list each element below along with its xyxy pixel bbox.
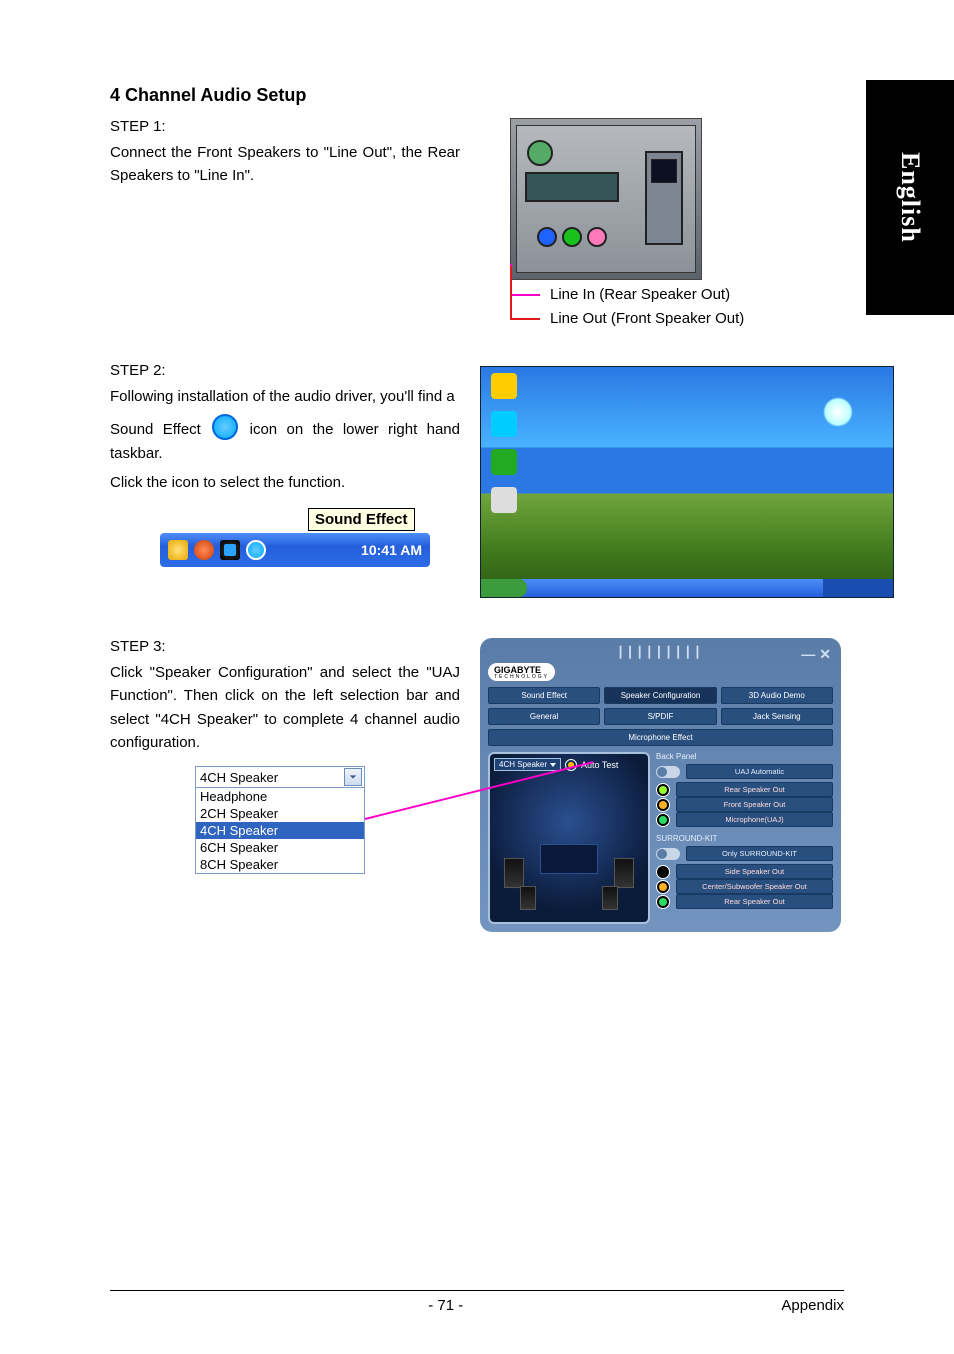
jack-row: Center/Subwoofer Speaker Out — [656, 879, 833, 894]
jack-label: Rear Speaker Out — [676, 782, 833, 797]
step2-text-a: Following installation of the audio driv… — [110, 388, 455, 405]
callout-leader-line-in-icon — [510, 294, 540, 296]
sound-effect-inline-icon — [212, 414, 238, 440]
step2-text-line3: Click the icon to select the function. — [110, 471, 460, 494]
taskbar-clock: 10:41 AM — [361, 542, 422, 558]
desktop-icon[interactable] — [487, 411, 521, 439]
jack-indicator-icon — [656, 895, 670, 909]
tray-icon-2[interactable] — [194, 540, 214, 560]
speaker-front-left-icon — [504, 858, 524, 888]
panel-tab[interactable]: General — [488, 708, 600, 725]
windows-taskbar[interactable]: 10:41 AM — [160, 533, 430, 567]
dropdown-current[interactable]: 4CH Speaker — [196, 767, 364, 788]
desktop-icon[interactable] — [487, 487, 521, 515]
page-footer: - 71 - Appendix — [110, 1290, 844, 1314]
panel-tab[interactable]: Sound Effect — [488, 687, 600, 704]
jack-row: Rear Speaker Out — [656, 894, 833, 909]
speaker-rear-left-icon — [520, 886, 536, 910]
surround-kit-toggle[interactable] — [656, 848, 680, 860]
panel-speaker-select[interactable]: 4CH Speaker — [494, 758, 561, 771]
desktop-taskbar[interactable] — [481, 579, 893, 597]
step2-text-line1: Following installation of the audio driv… — [110, 385, 460, 408]
jack-label: Microphone(UAJ) — [676, 812, 833, 827]
jack-label: Front Speaker Out — [676, 797, 833, 812]
step2-text-line2: Sound Effect icon on the lower right han… — [110, 414, 460, 465]
callout-line-in: Line In (Rear Speaker Out) — [550, 286, 730, 303]
dropdown-option[interactable]: 8CH Speaker — [196, 856, 364, 873]
speaker-rear-right-icon — [602, 886, 618, 910]
language-label: English — [895, 152, 925, 243]
gigabyte-audio-panel: ┃┃┃┃┃┃┃┃┃ — ✕ GIGABYTE TECHNOLOGY Sound … — [480, 638, 841, 932]
callout-leader-line-out-icon — [510, 318, 540, 320]
desktop-icon[interactable] — [487, 373, 521, 401]
sound-effect-tray-icon[interactable] — [246, 540, 266, 560]
uaj-auto-label: UAJ Automatic — [686, 764, 833, 779]
jack-row: Front Speaker Out — [656, 797, 833, 812]
usb-lan-stack-icon — [645, 151, 683, 245]
uaj-toggle[interactable] — [656, 766, 680, 778]
step2-label: STEP 2: — [110, 362, 460, 379]
jack-label: Side Speaker Out — [676, 864, 833, 879]
io-shield — [516, 125, 696, 273]
step3-text: Click "Speaker Configuration" and select… — [110, 661, 460, 754]
jack-label: Rear Speaker Out — [676, 894, 833, 909]
ps2-port-icon — [527, 140, 553, 166]
rear-panel-photo — [510, 118, 702, 280]
mic-jack-icon — [587, 227, 607, 247]
speaker-front-right-icon — [614, 858, 634, 888]
dropdown-option[interactable]: 2CH Speaker — [196, 805, 364, 822]
serial-port-icon — [525, 172, 619, 202]
jack-row: Microphone(UAJ) — [656, 812, 833, 827]
speaker-dropdown[interactable]: 4CH Speaker Headphone2CH Speaker4CH Spea… — [195, 766, 365, 874]
windows-desktop-screenshot — [480, 366, 894, 598]
page-number: - 71 - — [428, 1297, 463, 1314]
dropdown-option[interactable]: 6CH Speaker — [196, 839, 364, 856]
jack-label: Center/Subwoofer Speaker Out — [676, 879, 833, 894]
gigabyte-logo: GIGABYTE TECHNOLOGY — [488, 663, 555, 681]
step3-label: STEP 3: — [110, 638, 460, 655]
speaker-room-preview: 4CH Speaker Auto Test — [488, 752, 650, 924]
jack-row: Rear Speaker Out — [656, 782, 833, 797]
line-in-jack-icon — [537, 227, 557, 247]
line-out-jack-icon — [562, 227, 582, 247]
jack-row: Side Speaker Out — [656, 864, 833, 879]
taskbar-figure: Sound Effect 10:41 AM — [160, 508, 430, 567]
jack-indicator-icon — [656, 783, 670, 797]
tray-icon-3[interactable] — [220, 540, 240, 560]
footer-section: Appendix — [781, 1297, 844, 1314]
listener-couch-icon — [540, 844, 598, 874]
sound-effect-tooltip: Sound Effect — [308, 508, 415, 531]
jack-indicator-icon — [656, 865, 670, 879]
desktop-icon[interactable] — [487, 449, 521, 477]
close-icon[interactable]: — ✕ — [801, 646, 831, 663]
surround-kit-label: SURROUND-KIT — [656, 834, 833, 843]
panel-drag-handle-icon[interactable]: ┃┃┃┃┃┃┃┃┃ — [488, 646, 833, 659]
step1-label: STEP 1: — [110, 118, 460, 135]
bliss-sun-icon — [823, 397, 853, 427]
dropdown-option[interactable]: 4CH Speaker — [196, 822, 364, 839]
panel-tab[interactable]: 3D Audio Demo — [721, 687, 833, 704]
panel-tab[interactable]: S/PDIF — [604, 708, 716, 725]
brand-sub: TECHNOLOGY — [494, 675, 549, 680]
callout-line-out: Line Out (Front Speaker Out) — [550, 310, 744, 327]
step1-text: Connect the Front Speakers to "Line Out"… — [110, 141, 460, 188]
dropdown-list[interactable]: Headphone2CH Speaker4CH Speaker6CH Speak… — [196, 788, 364, 873]
only-sk-label: Only SURROUND-KIT — [686, 846, 833, 861]
dropdown-current-label: 4CH Speaker — [200, 770, 278, 785]
panel-speaker-select-label: 4CH Speaker — [499, 760, 547, 769]
jack-indicator-icon — [656, 798, 670, 812]
panel-tabs: Sound EffectSpeaker Configuration 3D Audi… — [488, 687, 833, 746]
dropdown-option[interactable]: Headphone — [196, 788, 364, 805]
jack-indicator-icon — [656, 880, 670, 894]
panel-tab[interactable]: Speaker Configuration — [604, 687, 716, 704]
chevron-down-icon — [550, 763, 556, 767]
page-title: 4 Channel Audio Setup — [110, 85, 894, 106]
chevron-down-icon[interactable] — [344, 768, 362, 786]
step2-text-b: Sound Effect — [110, 421, 201, 438]
panel-tab[interactable]: Microphone Effect — [488, 729, 833, 746]
tray-icon-1[interactable] — [168, 540, 188, 560]
back-panel-label: Back Panel — [656, 752, 833, 761]
jack-indicator-icon — [656, 813, 670, 827]
panel-tab[interactable]: Jack Sensing — [721, 708, 833, 725]
